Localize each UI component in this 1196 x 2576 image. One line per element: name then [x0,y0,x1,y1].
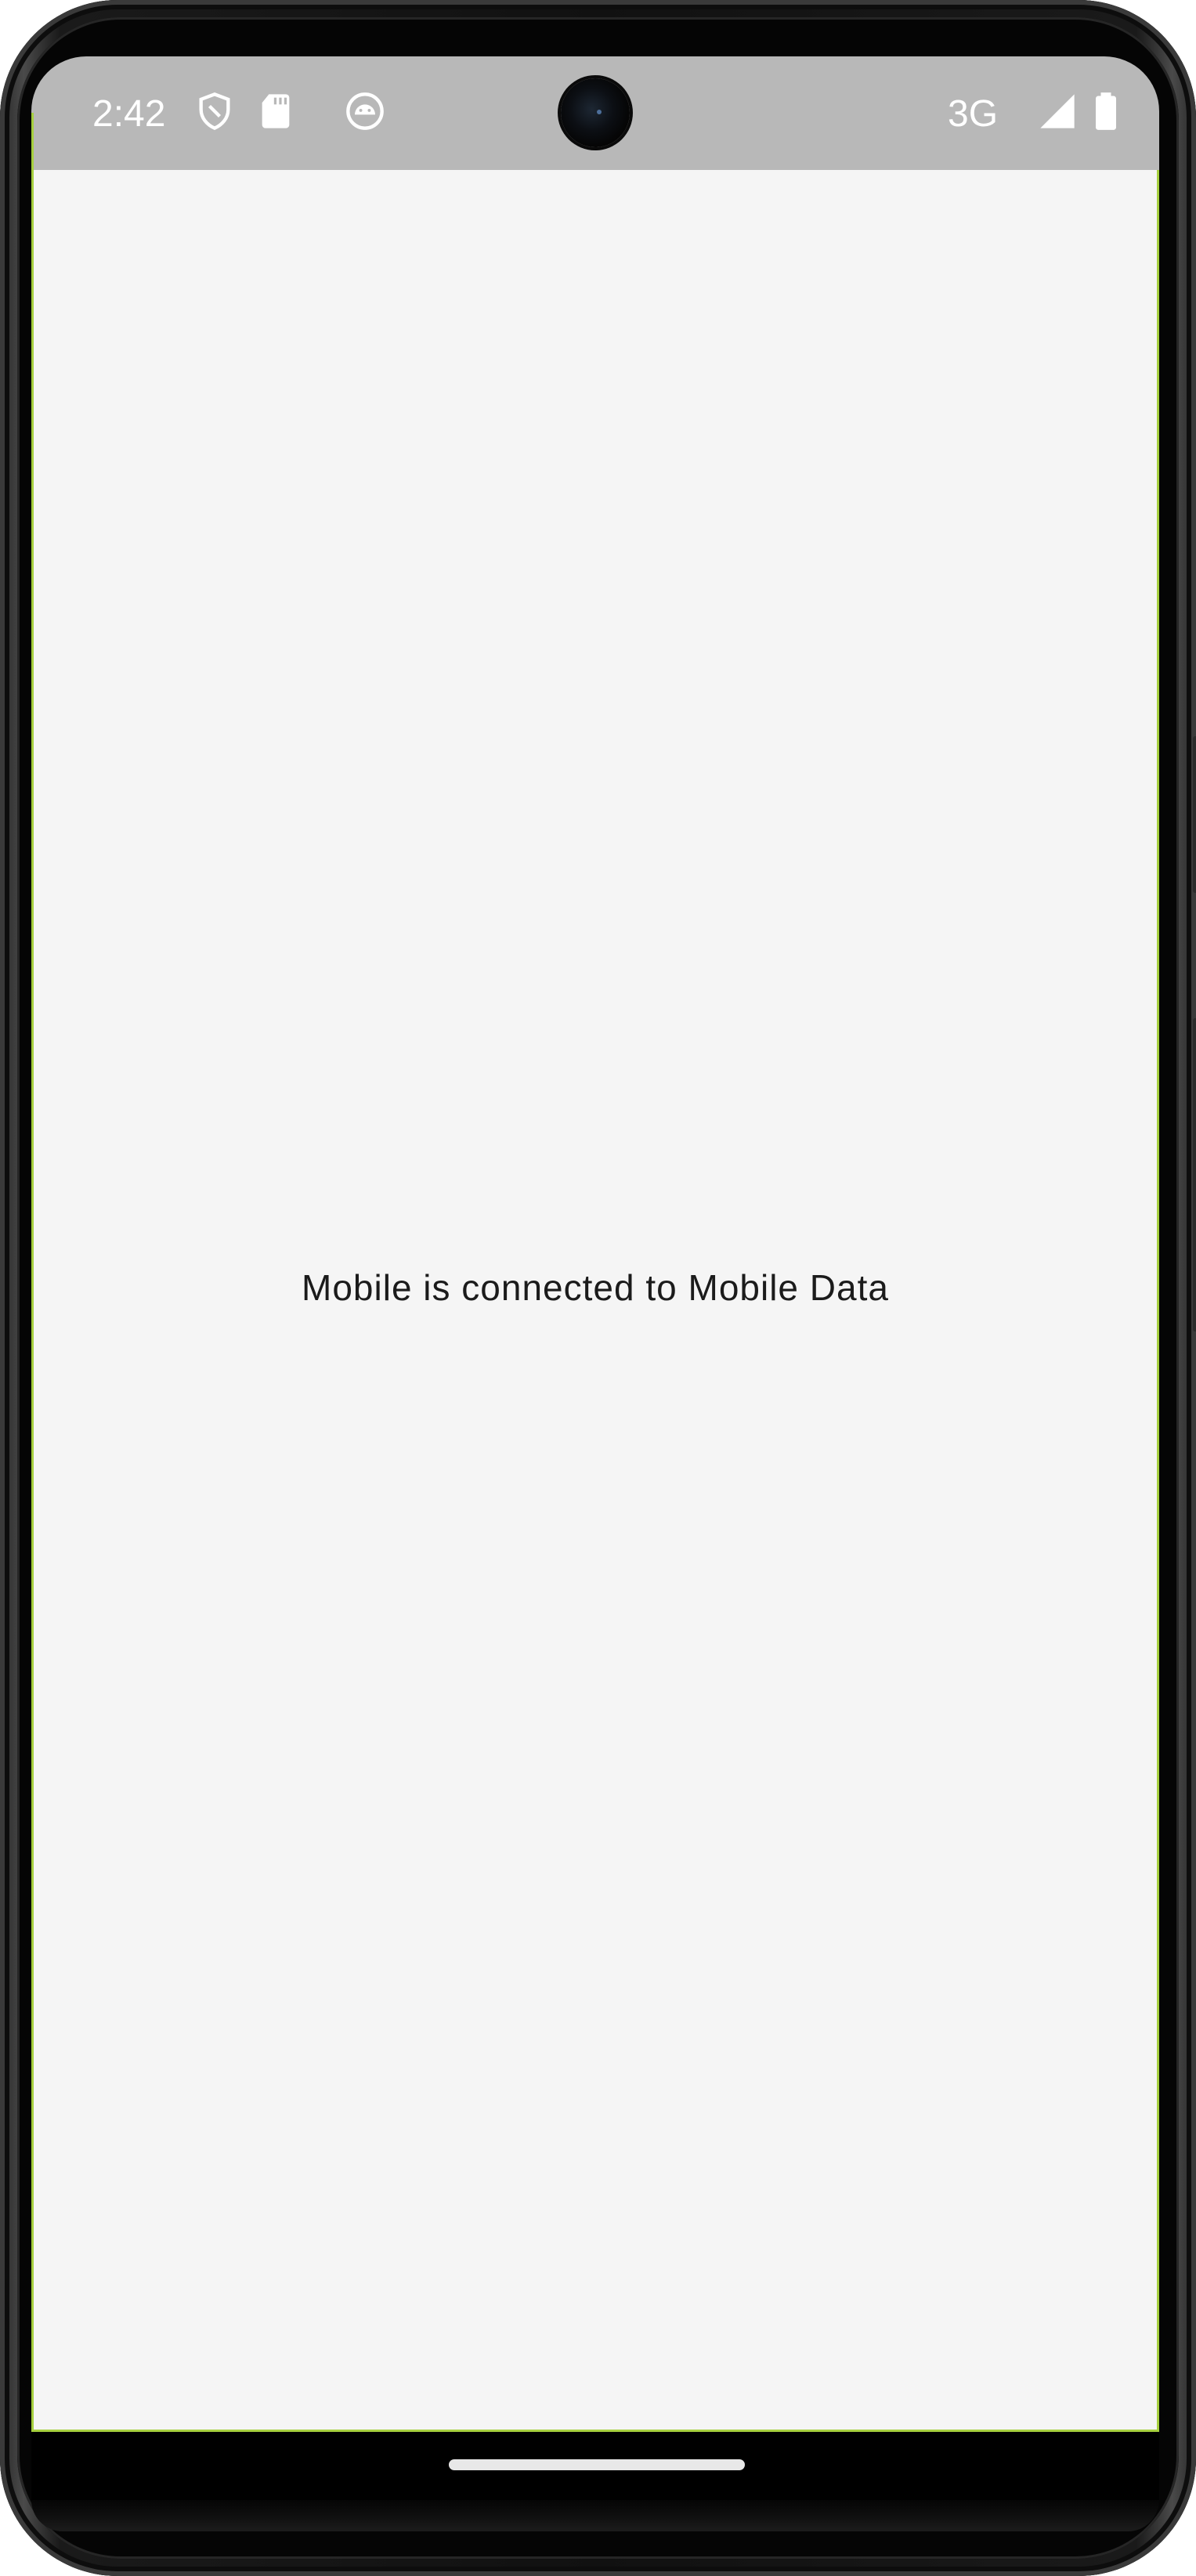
connection-status-text: Mobile is connected to Mobile Data [302,1267,889,1308]
volume-button [1193,736,1196,893]
network-type: 3G [948,93,999,135]
home-indicator[interactable] [449,2459,745,2470]
signal-icon [1040,94,1075,128]
front-camera [561,78,630,147]
battery-icon [1096,92,1116,130]
status-time: 2:42 [92,93,166,135]
phone-chin [31,2500,1159,2531]
android-debug-icon [346,92,384,130]
sd-card-icon [262,94,290,128]
device-screen: 2:42 3G Mobile is connected to Mobile Da… [31,56,1159,2500]
power-button [1193,1018,1196,1331]
navigation-bar [31,2434,1159,2500]
app-content: Mobile is connected to Mobile Data [31,113,1159,2432]
shield-icon [199,92,230,131]
